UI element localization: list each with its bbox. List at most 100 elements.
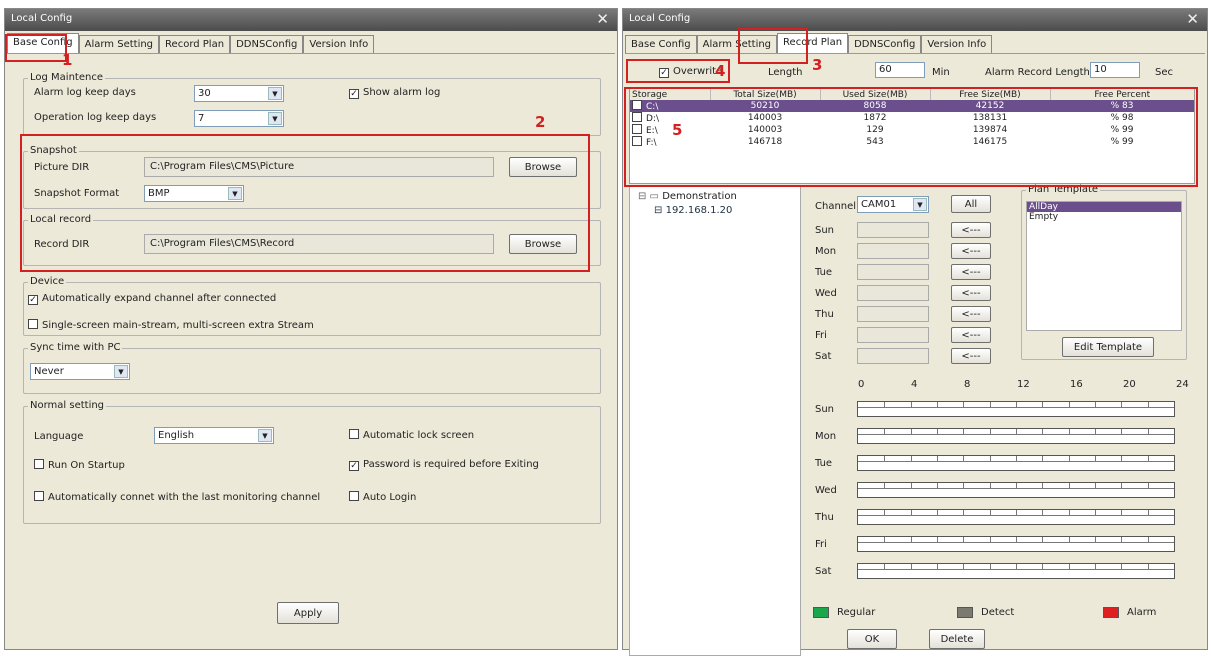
edit-template-button[interactable]: Edit Template — [1062, 337, 1154, 357]
day-plan-field-wed[interactable] — [857, 285, 929, 301]
sync-time-select[interactable]: Never ▼ — [30, 363, 130, 380]
plan-item-empty[interactable]: Empty — [1027, 212, 1181, 222]
day-plan-field-fri[interactable] — [857, 327, 929, 343]
language-value: English — [158, 430, 195, 441]
channel-select[interactable]: CAM01 ▼ — [857, 196, 929, 213]
normal-setting-legend: Normal setting — [28, 400, 107, 411]
plan-template-list: AllDay Empty — [1026, 201, 1182, 331]
chevron-down-icon: ▼ — [258, 429, 272, 442]
day-plan-field-sun[interactable] — [857, 222, 929, 238]
timeline-bar-wed[interactable] — [857, 482, 1175, 498]
timeline-bar-thu[interactable] — [857, 509, 1175, 525]
tab-version-info[interactable]: Version Info — [303, 35, 375, 53]
tab-version-info[interactable]: Version Info — [921, 35, 993, 53]
tab-ddns-config[interactable]: DDNSConfig — [230, 35, 304, 53]
timeline-tick — [1121, 429, 1123, 434]
all-button[interactable]: All — [951, 195, 991, 213]
timeline-bar-fri[interactable] — [857, 536, 1175, 552]
auto-lock-checkbox[interactable]: Automatic lock screen — [349, 429, 474, 441]
day-plan-field-mon[interactable] — [857, 243, 929, 259]
tab-alarm-setting[interactable]: Alarm Setting — [78, 35, 160, 53]
assign-arrow-button-sun[interactable]: <--- — [951, 222, 991, 238]
timeline-tick — [1095, 537, 1096, 542]
password-exit-checkbox[interactable]: ✓ Password is required before Exiting — [349, 459, 539, 471]
single-screen-checkbox[interactable]: Single-screen main-stream, multi-screen … — [28, 319, 314, 331]
device-group: Device ✓ Automatically expand channel aft… — [23, 276, 601, 336]
assign-arrow-button-wed[interactable]: <--- — [951, 285, 991, 301]
device-icon: ⊟ — [654, 205, 663, 216]
day-plan-field-tue[interactable] — [857, 264, 929, 280]
timeline-tick — [1042, 510, 1044, 515]
timeline-tick — [1095, 483, 1096, 488]
right-title: Local Config — [629, 13, 691, 24]
alarm-log-days-select[interactable]: 30 ▼ — [194, 85, 284, 102]
day-label-thu: Thu — [815, 309, 834, 320]
assign-arrow-button-tue[interactable]: <--- — [951, 264, 991, 280]
day-plan-field-sat[interactable] — [857, 348, 929, 364]
delete-button[interactable]: Delete — [929, 629, 985, 649]
timeline-bar-sat[interactable] — [857, 563, 1175, 579]
timeline-tick — [1095, 510, 1096, 515]
assign-arrow-button-fri[interactable]: <--- — [951, 327, 991, 343]
timeline-bar-mon[interactable] — [857, 428, 1175, 444]
checkbox-checked-icon: ✓ — [349, 461, 359, 471]
show-alarm-log-checkbox[interactable]: ✓ Show alarm log — [349, 87, 440, 99]
timeline-tick — [1042, 564, 1044, 569]
auto-expand-checkbox[interactable]: ✓ Automatically expand channel after conn… — [28, 293, 276, 305]
timeline-tick — [1068, 564, 1070, 569]
close-icon[interactable]: ✕ — [596, 10, 609, 28]
ok-button[interactable]: OK — [847, 629, 897, 649]
auto-login-checkbox[interactable]: Auto Login — [349, 491, 416, 503]
left-title: Local Config — [11, 13, 73, 24]
day-label-mon: Mon — [815, 246, 837, 257]
auto-connect-checkbox[interactable]: Automatically connet with the last monit… — [34, 491, 320, 503]
timeline-tick — [1147, 483, 1149, 488]
right-tabs: Base Config Alarm Setting Record Plan DD… — [625, 33, 993, 53]
day-plan-field-thu[interactable] — [857, 306, 929, 322]
timeline-tick — [1068, 510, 1070, 515]
tree-device-item[interactable]: ⊟ 192.168.1.20 — [654, 205, 732, 216]
timeline-tick — [910, 510, 912, 515]
annotation-number-4: 4 — [715, 62, 726, 80]
apply-button[interactable]: Apply — [277, 602, 339, 624]
operation-log-days-select[interactable]: 7 ▼ — [194, 110, 284, 127]
timeline-tick — [910, 537, 912, 542]
language-select[interactable]: English ▼ — [154, 427, 274, 444]
assign-arrow-button-thu[interactable]: <--- — [951, 306, 991, 322]
timeline-tick — [1121, 402, 1123, 407]
timeline-tick — [910, 564, 912, 569]
legend-label-alarm: Alarm — [1127, 607, 1157, 618]
timeline-tick — [1121, 483, 1123, 488]
run-startup-checkbox[interactable]: Run On Startup — [34, 459, 125, 471]
timeline-tick — [1147, 564, 1149, 569]
legend-label-regular: Regular — [837, 607, 876, 618]
timeline-tick — [1121, 537, 1123, 542]
length-input[interactable]: 60 — [875, 62, 925, 78]
tab-base-config[interactable]: Base Config — [625, 35, 697, 53]
tab-ddns-config[interactable]: DDNSConfig — [848, 35, 922, 53]
timeline-bar-tue[interactable] — [857, 455, 1175, 471]
timeline-tick — [1068, 483, 1070, 488]
length-label: Length — [768, 67, 803, 78]
day-label-tue: Tue — [815, 267, 833, 278]
hour-tick-label: 20 — [1123, 379, 1136, 390]
timeline-tick — [937, 537, 938, 542]
timeline-tick — [937, 456, 938, 461]
annotation-number-1: 1 — [62, 51, 73, 69]
hour-tick-label: 12 — [1017, 379, 1030, 390]
timeline-tick — [1042, 402, 1044, 407]
assign-arrow-button-mon[interactable]: <--- — [951, 243, 991, 259]
timeline-tick — [989, 564, 991, 569]
timeline-tick — [937, 429, 938, 434]
alarm-length-input[interactable]: 10 — [1090, 62, 1140, 78]
timeline-tick — [1068, 402, 1070, 407]
device-tree: ⊟ ▭ Demonstration ⊟ 192.168.1.20 — [629, 186, 801, 656]
plan-item-allday[interactable]: AllDay — [1027, 202, 1181, 212]
checkbox-icon — [28, 319, 38, 329]
tab-record-plan[interactable]: Record Plan — [159, 35, 231, 53]
day-label-wed: Wed — [815, 288, 837, 299]
close-icon[interactable]: ✕ — [1186, 10, 1199, 28]
tree-root-item[interactable]: ⊟ ▭ Demonstration — [638, 191, 737, 202]
timeline-bar-sun[interactable] — [857, 401, 1175, 417]
assign-arrow-button-sat[interactable]: <--- — [951, 348, 991, 364]
